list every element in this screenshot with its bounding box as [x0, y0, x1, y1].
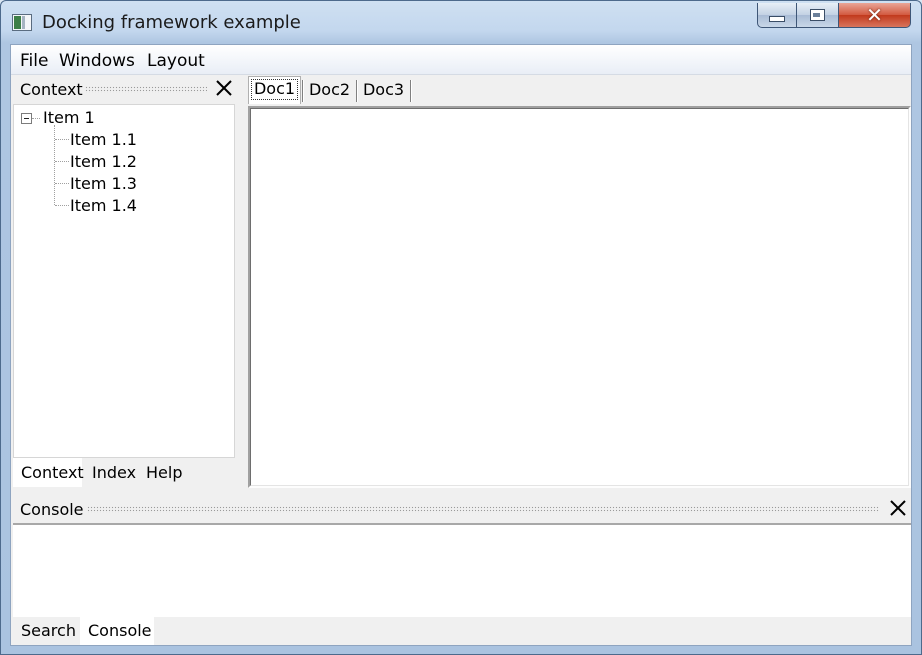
minimize-button[interactable]: [757, 3, 797, 28]
maximize-button[interactable]: [797, 3, 839, 28]
tab-help[interactable]: Help: [138, 458, 190, 487]
drag-grip[interactable]: [87, 506, 879, 513]
tab-context[interactable]: Context: [13, 458, 84, 487]
maximize-icon: [810, 9, 825, 21]
minus-box-icon[interactable]: [21, 113, 32, 124]
tab-index[interactable]: Index: [84, 458, 144, 487]
tree-item[interactable]: Item 1.3: [70, 174, 137, 193]
tree-item[interactable]: Item 1.2: [70, 152, 137, 171]
tab-doc2-label: Doc2: [308, 80, 351, 99]
tab-doc2[interactable]: Doc2: [303, 78, 356, 103]
tab-doc3-label: Doc3: [362, 80, 405, 99]
console-panel-titlebar[interactable]: Console: [11, 496, 911, 522]
console-panel-tabs: Search Console: [13, 616, 911, 645]
tree-item[interactable]: Item 1.1: [70, 130, 137, 149]
application-window: Docking framework example ✕ File Windows…: [0, 0, 922, 655]
menu-windows[interactable]: Windows: [59, 51, 135, 71]
drag-grip[interactable]: [85, 86, 207, 93]
console-output[interactable]: [13, 523, 911, 617]
console-panel-close-icon[interactable]: [887, 497, 909, 519]
title-bar[interactable]: Docking framework example ✕: [1, 1, 921, 43]
tree-item-root[interactable]: Item 1: [43, 108, 95, 127]
close-window-button[interactable]: ✕: [839, 3, 911, 28]
menu-file[interactable]: File: [20, 51, 48, 71]
context-panel-close-icon[interactable]: [213, 77, 235, 99]
tree-item[interactable]: Item 1.4: [70, 196, 137, 215]
tab-doc3[interactable]: Doc3: [357, 78, 410, 103]
document-content-area[interactable]: [248, 106, 911, 488]
tab-doc1[interactable]: Doc1: [248, 76, 301, 104]
console-panel-title: Console: [20, 500, 84, 519]
context-tree[interactable]: Item 1 Item 1.1 Item 1.2 Item 1.3 Item 1…: [13, 104, 235, 458]
menu-layout[interactable]: Layout: [147, 51, 205, 71]
menu-bar: File Windows Layout: [11, 45, 911, 75]
close-icon: ✕: [866, 3, 883, 27]
app-window-icon[interactable]: [12, 14, 32, 31]
context-panel-title: Context: [20, 80, 83, 99]
client-area: File Windows Layout Context Item 1 Item …: [10, 44, 912, 646]
tab-console[interactable]: Console: [80, 616, 154, 645]
context-panel-titlebar[interactable]: Context: [11, 76, 239, 102]
context-panel-tabs: Context Index Help: [13, 458, 235, 487]
window-title: Docking framework example: [42, 12, 301, 33]
minimize-icon: [769, 16, 785, 22]
tab-search[interactable]: Search: [13, 616, 84, 645]
